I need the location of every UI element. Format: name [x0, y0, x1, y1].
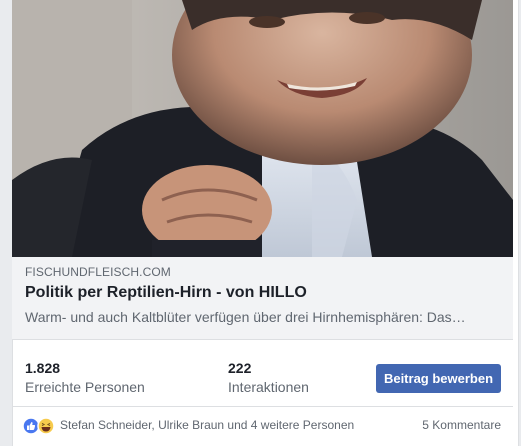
link-domain: FISCHUNDFLEISCH.COM	[25, 265, 171, 279]
post-insights: 1.828 Erreichte Personen 222 Interaktion…	[12, 345, 513, 401]
link-title[interactable]: Politik per Reptilien-Hirn - von HILLO	[25, 284, 307, 302]
like-icon	[22, 417, 40, 435]
post-card: FISCHUNDFLEISCH.COM Politik per Reptilie…	[0, 0, 521, 446]
reach-value: 1.828	[25, 360, 61, 376]
interactions-label: Interaktionen	[228, 379, 309, 395]
reach-label: Erreichte Personen	[25, 379, 145, 395]
comments-count[interactable]: 5 Kommentare	[422, 418, 501, 432]
reaction-icons[interactable]	[22, 417, 58, 435]
boost-post-button[interactable]: Beitrag bewerben	[376, 364, 501, 393]
haha-icon	[37, 417, 55, 435]
link-preview[interactable]: FISCHUNDFLEISCH.COM Politik per Reptilie…	[12, 257, 513, 340]
preview-photo	[12, 0, 513, 257]
reactions-summary[interactable]: Stefan Schneider, Ulrike Braun und 4 wei…	[60, 418, 354, 432]
link-preview-image[interactable]	[12, 0, 513, 257]
interactions-value: 222	[228, 360, 252, 376]
link-description: Warm- und auch Kaltblüter verfügen über …	[25, 309, 466, 325]
divider	[12, 406, 513, 407]
reactions-bar: Stefan Schneider, Ulrike Braun und 4 wei…	[12, 409, 513, 439]
